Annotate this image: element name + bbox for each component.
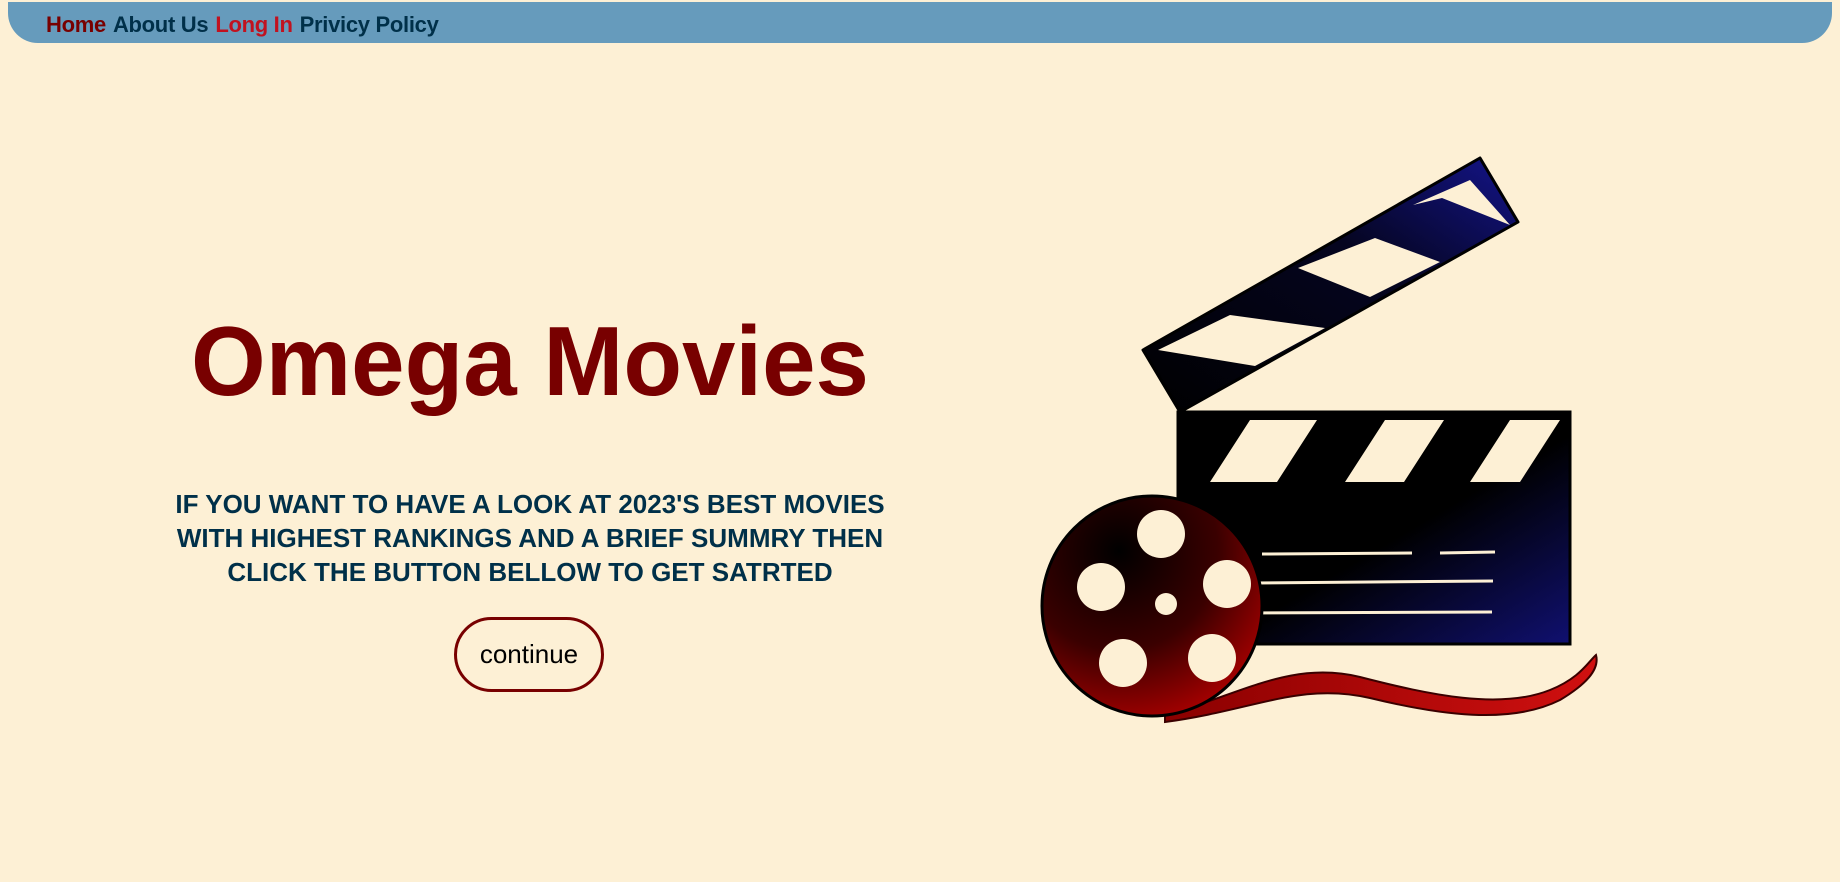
clapper-arm <box>1141 156 1520 415</box>
nav-link-privacy-policy[interactable]: Privicy Policy <box>300 12 439 38</box>
continue-button[interactable]: continue <box>454 617 604 692</box>
hero-tagline: IF YOU WANT TO HAVE A LOOK AT 2023'S BES… <box>175 489 885 587</box>
film-reel <box>1040 494 1264 718</box>
nav-link-home[interactable]: Home <box>46 12 106 38</box>
film-clapperboard-reel-icon <box>1040 156 1598 724</box>
page-title: Omega Movies <box>191 306 869 416</box>
nav-links: Home About Us Long In Privicy Policy <box>46 12 439 38</box>
nav-link-about-us[interactable]: About Us <box>113 12 209 38</box>
navbar: Home About Us Long In Privicy Policy <box>8 2 1832 43</box>
nav-link-log-in[interactable]: Long In <box>215 12 293 38</box>
